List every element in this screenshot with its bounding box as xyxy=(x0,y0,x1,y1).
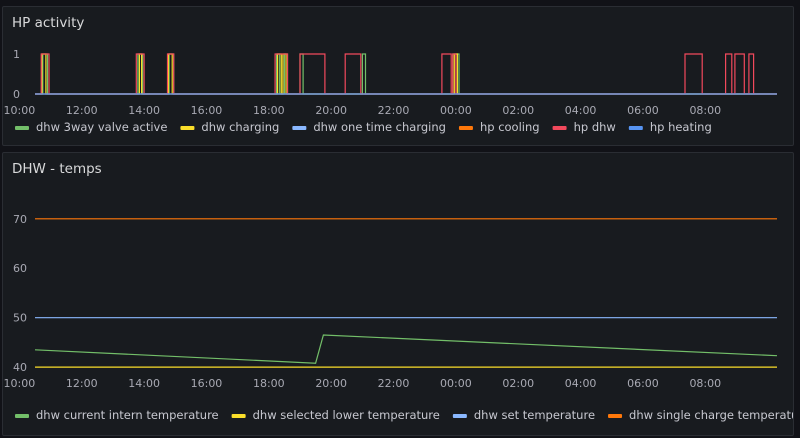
x-tick-label: 00:00 xyxy=(440,104,472,117)
legend-swatch[interactable] xyxy=(231,414,246,418)
series-line-hp-dhw xyxy=(35,53,777,95)
x-tick-label: 18:00 xyxy=(253,104,285,117)
legend-swatch[interactable] xyxy=(458,126,473,130)
legend-item-label[interactable]: dhw charging xyxy=(201,120,279,134)
series-line-dhw-current-intern-temperature xyxy=(34,334,778,364)
x-tick-label: 22:00 xyxy=(378,377,410,390)
x-tick-label: 18:00 xyxy=(253,377,285,390)
x-tick-label: 08:00 xyxy=(689,377,721,390)
legend-item-label[interactable]: dhw selected lower temperature xyxy=(253,408,440,422)
legend-swatch[interactable] xyxy=(452,414,467,418)
hp-activity-panel: HP activity 0 1 12:00 14:00 16:00 18:00 20:00 2… xyxy=(2,6,794,146)
dhw-temps-panel: DHW - temps 40 50 60 70 12:00 14:00 16:00 18:00… xyxy=(2,152,794,436)
legend-swatch[interactable] xyxy=(608,414,623,418)
x-tick-label: 20:00 xyxy=(315,377,347,390)
x-tick-label: 12:00 xyxy=(66,377,98,390)
x-tick-label: 16:00 xyxy=(191,104,223,117)
x-tick-label: 00:00 xyxy=(440,377,472,390)
x-tick-label: 22:00 xyxy=(378,104,410,117)
y-tick-label: 1 xyxy=(13,48,20,61)
y-tick-label: 60 xyxy=(13,262,27,275)
legend-swatch[interactable] xyxy=(628,126,643,130)
legend-item-label[interactable]: hp dhw xyxy=(574,120,616,134)
x-tick-label: 10:00 xyxy=(4,377,36,390)
x-tick-label: 04:00 xyxy=(565,104,597,117)
x-tick-label: 06:00 xyxy=(627,104,659,117)
legend-item-label[interactable]: hp heating xyxy=(650,120,712,134)
legend-item-label[interactable]: dhw 3way valve active xyxy=(36,120,167,134)
x-tick-label: 10:00 xyxy=(4,104,36,117)
dhw-temps-chart: 40 50 60 70 12:00 14:00 16:00 18:00 20:00 22:00 00… xyxy=(4,213,793,422)
x-tick-label: 20:00 xyxy=(315,104,347,117)
x-tick-label: 16:00 xyxy=(191,377,223,390)
legend-swatch[interactable] xyxy=(552,126,567,130)
x-tick-label: 04:00 xyxy=(565,377,597,390)
hp-activity-chart: 0 1 12:00 14:00 16:00 18:00 20:00 22:00 00:00 02:… xyxy=(4,48,777,134)
legend-item-label[interactable]: dhw single charge temperature xyxy=(629,408,793,422)
x-tick-label: 08:00 xyxy=(689,104,721,117)
y-tick-label: 50 xyxy=(13,312,27,325)
legend-swatch[interactable] xyxy=(15,414,29,418)
y-tick-label: 70 xyxy=(13,213,27,226)
y-tick-label: 0 xyxy=(13,88,20,101)
y-tick-label: 40 xyxy=(13,361,27,374)
series-line-dhw-3way-valve-active xyxy=(35,53,777,95)
x-tick-label: 02:00 xyxy=(502,377,534,390)
x-tick-label: 06:00 xyxy=(627,377,659,390)
legend-item-label[interactable]: dhw set temperature xyxy=(474,408,595,422)
legend-swatch[interactable] xyxy=(292,126,307,130)
legend-item-label[interactable]: dhw current intern temperature xyxy=(36,408,219,422)
series-line-dhw-charging xyxy=(35,53,777,95)
legend-item-label[interactable]: dhw one time charging xyxy=(313,120,446,134)
legend-swatch[interactable] xyxy=(15,126,29,130)
x-tick-label: 12:00 xyxy=(66,104,98,117)
legend-item-label[interactable]: hp cooling xyxy=(480,120,540,134)
x-tick-label: 14:00 xyxy=(128,377,160,390)
x-tick-label: 02:00 xyxy=(502,104,534,117)
x-tick-label: 14:00 xyxy=(128,104,160,117)
legend-swatch[interactable] xyxy=(180,126,195,130)
